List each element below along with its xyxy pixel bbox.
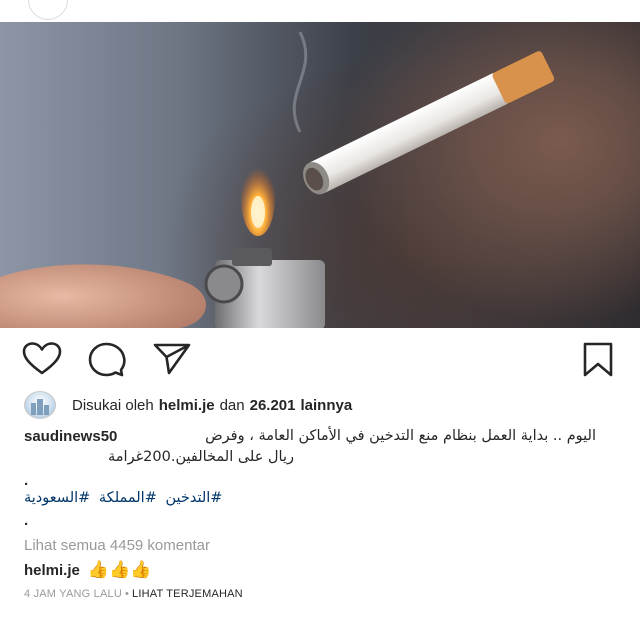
liked-by-username[interactable]: helmi.je: [159, 397, 215, 414]
liked-by-and: dan: [219, 396, 245, 414]
caption-text-line1: اليوم .. بداية العمل بنظام منع التدخين ف…: [205, 428, 596, 444]
post-image[interactable]: [0, 22, 640, 328]
hashtag-link[interactable]: #السعودية: [24, 490, 90, 506]
bookmark-icon[interactable]: [582, 342, 614, 383]
heart-icon[interactable]: [22, 342, 62, 381]
comment-row: helmi.je 👍👍👍: [24, 560, 152, 580]
thumbs-up-emoji-text: 👍👍👍: [87, 560, 152, 579]
hashtag-link[interactable]: #التدخين: [165, 490, 222, 506]
comment-bubble-icon[interactable]: [88, 342, 126, 383]
likes-count[interactable]: 26.201: [250, 397, 296, 414]
previous-post-edge: [0, 0, 640, 22]
see-translation-link[interactable]: LIHAT TERJEMAHAN: [132, 588, 243, 600]
liked-by-prefix: Disukai oleh: [72, 396, 154, 414]
view-all-comments-link[interactable]: Lihat semua 4459 komentar: [24, 537, 210, 554]
caption-dot-2: .: [24, 512, 29, 529]
post-actions-bar: [0, 330, 640, 388]
paper-plane-icon[interactable]: [153, 342, 191, 381]
post-meta: 4 JAM YANG LALU • LIHAT TERJEMAHAN: [24, 588, 243, 600]
likes-suffix[interactable]: lainnya: [301, 397, 353, 414]
meta-separator: •: [124, 588, 130, 600]
likes-summary[interactable]: Disukai oleh helmi.je dan 26.201 lainnya: [24, 391, 357, 419]
caption-text-line2: ريال على المخالفين.200غرامة: [108, 449, 294, 465]
post-timestamp: 4 JAM YANG LALU: [24, 588, 122, 600]
caption-username[interactable]: saudinews50: [24, 425, 117, 448]
previous-avatar: [28, 0, 68, 20]
caption-hashtags: #التدخين #المملكة #السعودية: [24, 487, 226, 510]
hashtag-link[interactable]: #المملكة: [99, 490, 157, 506]
comment-username[interactable]: helmi.je: [24, 562, 80, 579]
cigarette-lighter-illustration: [0, 31, 555, 328]
liker-avatar[interactable]: [24, 391, 56, 419]
